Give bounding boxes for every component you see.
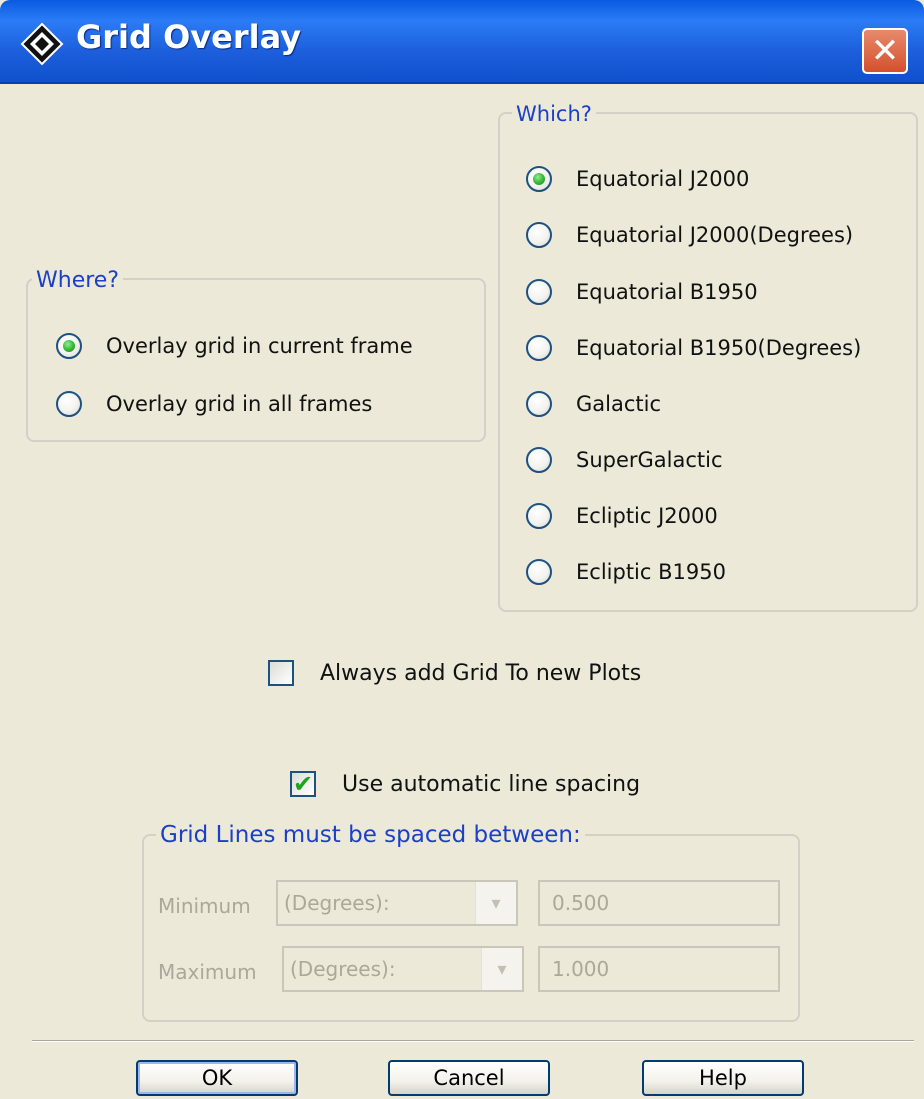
radio-label: Equatorial B1950 <box>576 280 758 304</box>
radio-equatorial-b1950-degrees[interactable]: Equatorial B1950(Degrees) <box>526 335 861 361</box>
where-legend: Where? <box>32 268 124 293</box>
radio-button-selected[interactable] <box>526 166 552 192</box>
window-title: Grid Overlay <box>76 18 302 56</box>
radio-equatorial-j2000-degrees[interactable]: Equatorial J2000(Degrees) <box>526 222 853 248</box>
radio-supergalactic[interactable]: SuperGalactic <box>526 447 723 473</box>
radio-ecliptic-j2000[interactable]: Ecliptic J2000 <box>526 503 718 529</box>
minimum-value-field[interactable]: 0.500 <box>538 880 780 926</box>
minimum-unit-value: (Degrees): <box>284 891 390 915</box>
ok-button[interactable]: OK <box>136 1060 298 1096</box>
radio-button[interactable] <box>526 447 552 473</box>
radio-button[interactable] <box>56 391 82 417</box>
radio-where-current-frame[interactable]: Overlay grid in current frame <box>56 333 413 359</box>
radio-button-selected[interactable] <box>56 333 82 359</box>
minimum-label: Minimum <box>158 894 251 918</box>
radio-label: Equatorial J2000(Degrees) <box>576 223 854 247</box>
maximum-unit-value: (Degrees): <box>290 957 396 981</box>
radio-button[interactable] <box>526 503 552 529</box>
minimum-unit-select[interactable]: (Degrees): ▾ <box>276 880 518 926</box>
auto-spacing-checkbox-row[interactable]: ✔ Use automatic line spacing <box>290 771 640 797</box>
radio-label: Overlay grid in all frames <box>106 392 373 416</box>
help-button[interactable]: Help <box>642 1060 804 1096</box>
diamond-icon <box>20 22 64 66</box>
chevron-down-icon[interactable]: ▾ <box>481 948 522 990</box>
auto-spacing-checkbox[interactable]: ✔ <box>290 771 316 797</box>
chevron-down-icon[interactable]: ▾ <box>475 882 516 924</box>
radio-button[interactable] <box>526 391 552 417</box>
radio-dot-icon <box>533 173 545 185</box>
radio-where-all-frames[interactable]: Overlay grid in all frames <box>56 391 372 417</box>
radio-ecliptic-b1950[interactable]: Ecliptic B1950 <box>526 559 726 585</box>
radio-button[interactable] <box>526 559 552 585</box>
close-button[interactable]: ✕ <box>862 28 908 74</box>
radio-button[interactable] <box>526 279 552 305</box>
button-separator <box>32 1040 914 1042</box>
always-add-grid-label: Always add Grid To new Plots <box>320 660 642 686</box>
spacing-legend: Grid Lines must be spaced between: <box>156 822 585 848</box>
radio-label: Ecliptic B1950 <box>576 560 726 584</box>
where-group <box>26 278 486 442</box>
close-icon: ✕ <box>870 31 900 71</box>
which-legend: Which? <box>512 102 596 126</box>
radio-label: Overlay grid in current frame <box>106 334 413 358</box>
radio-galactic[interactable]: Galactic <box>526 391 661 417</box>
maximum-unit-select[interactable]: (Degrees): ▾ <box>282 946 524 992</box>
maximum-value-field[interactable]: 1.000 <box>538 946 780 992</box>
radio-label: Galactic <box>576 392 662 416</box>
title-bar[interactable]: Grid Overlay ✕ <box>0 0 924 84</box>
maximum-label: Maximum <box>158 960 257 984</box>
radio-button[interactable] <box>526 222 552 248</box>
radio-label: Equatorial J2000 <box>576 167 750 191</box>
cancel-button[interactable]: Cancel <box>388 1060 550 1096</box>
always-add-grid-checkbox-row[interactable]: Always add Grid To new Plots <box>268 660 641 686</box>
auto-spacing-label: Use automatic line spacing <box>342 771 641 797</box>
always-add-grid-checkbox[interactable] <box>268 660 294 686</box>
radio-equatorial-b1950[interactable]: Equatorial B1950 <box>526 279 758 305</box>
radio-label: SuperGalactic <box>576 448 723 472</box>
checkmark-icon: ✔ <box>292 770 314 798</box>
radio-dot-icon <box>63 340 75 352</box>
radio-equatorial-j2000[interactable]: Equatorial J2000 <box>526 166 749 192</box>
radio-label: Equatorial B1950(Degrees) <box>576 336 862 360</box>
radio-label: Ecliptic J2000 <box>576 504 718 528</box>
radio-button[interactable] <box>526 335 552 361</box>
spacing-group <box>142 834 800 1022</box>
